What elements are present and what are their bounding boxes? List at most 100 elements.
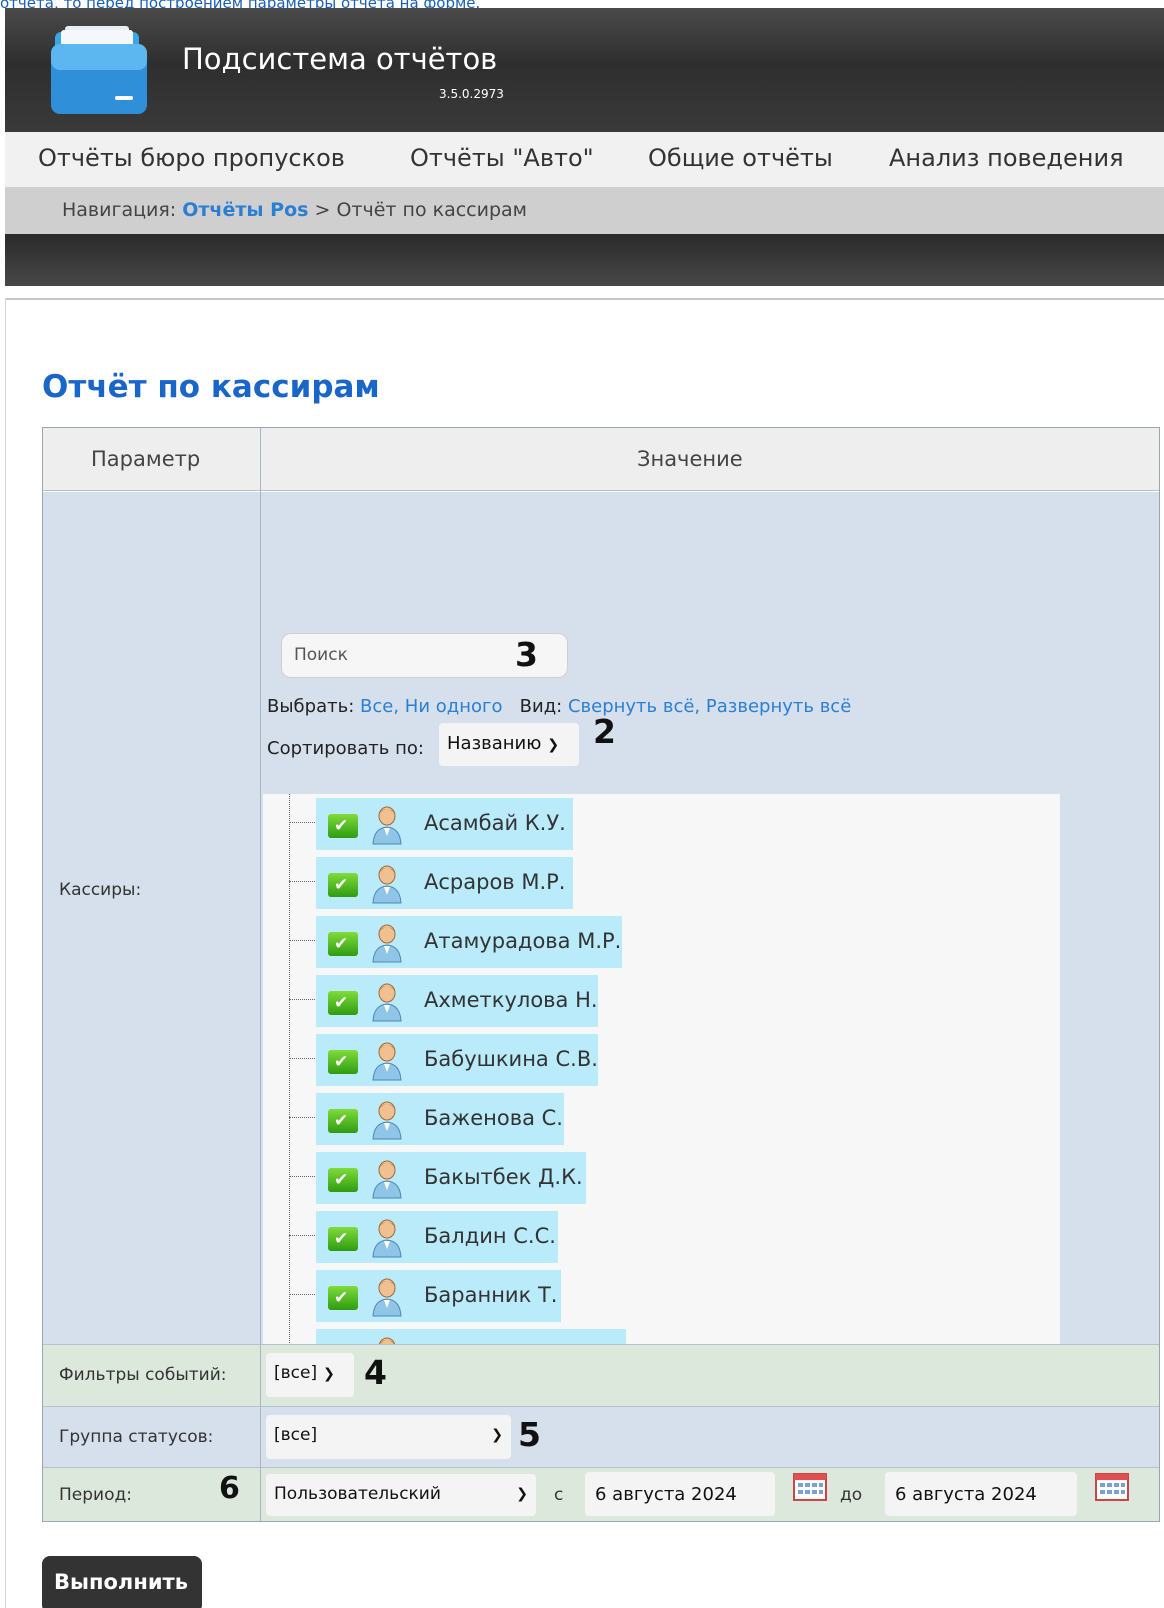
status-group-value: [все] <box>274 1425 318 1445</box>
breadcrumb: Навигация: Отчёты Pos > Отчёт по кассира… <box>5 187 1164 234</box>
collapse-all-link[interactable]: Свернуть всё, <box>568 696 700 717</box>
expand-all-link[interactable]: Развернуть всё <box>706 696 851 717</box>
callout-2: 2 <box>593 712 616 751</box>
tree-item: ✔ Асамбай К.У. <box>289 794 689 852</box>
date-from-input[interactable]: 6 августа 2024 <box>585 1472 775 1516</box>
user-icon <box>372 983 402 1022</box>
checkmark-icon: ✔ <box>334 875 349 895</box>
app-title: Подсистема отчётов <box>182 42 498 76</box>
view-label: Вид: <box>519 696 563 717</box>
checkbox-checked-icon[interactable]: ✔ <box>328 932 358 956</box>
callout-5: 5 <box>518 1415 541 1454</box>
user-icon <box>372 865 402 904</box>
period-value: Пользовательский <box>274 1484 441 1504</box>
cashier-node[interactable]: ✔ Асамбай К.У. <box>316 798 573 850</box>
cashier-node[interactable]: ✔ Атамурадова М.Р. <box>316 916 622 968</box>
tree-item: ✔ Бакытбек Д.К. <box>289 1148 689 1206</box>
checkbox-checked-icon[interactable]: ✔ <box>328 1050 358 1074</box>
checkmark-icon: ✔ <box>334 816 349 836</box>
checkbox-checked-icon[interactable]: ✔ <box>328 1168 358 1192</box>
cashier-node[interactable]: ✔ Асраров М.Р. <box>316 857 573 909</box>
select-label: Выбрать: <box>267 696 355 717</box>
tree-connector <box>289 1117 315 1118</box>
tree-connector <box>289 1235 315 1236</box>
period-label: Период: <box>59 1485 132 1505</box>
event-filters-value: [все] <box>274 1363 318 1383</box>
checkbox-checked-icon[interactable]: ✔ <box>328 1227 358 1251</box>
page-title: Отчёт по кассирам <box>42 369 380 405</box>
breadcrumb-prefix: Навигация: <box>62 199 177 221</box>
tree-item: ✔ Баженова С. <box>289 1089 689 1147</box>
user-icon <box>372 924 402 963</box>
chevron-down-icon: ❯ <box>323 1366 335 1382</box>
tree-item: ✔ Балдин С.С. <box>289 1207 689 1265</box>
menu-item-auto-reports[interactable]: Отчёты "Авто" <box>410 144 594 172</box>
callout-4: 4 <box>364 1353 387 1392</box>
tree-connector <box>289 881 315 882</box>
checkmark-icon: ✔ <box>334 1170 349 1190</box>
sort-label: Сортировать по: <box>267 738 424 759</box>
tree-connector <box>289 1058 315 1059</box>
checkmark-icon: ✔ <box>334 993 349 1013</box>
user-icon <box>372 1160 402 1199</box>
cashier-name: Бакытбек Д.К. <box>424 1165 583 1189</box>
sort-select[interactable]: Названию ❯ <box>439 723 579 766</box>
checkbox-checked-icon[interactable]: ✔ <box>328 814 358 838</box>
event-filters-label: Фильтры событий: <box>59 1365 227 1385</box>
user-icon <box>372 1278 402 1317</box>
calendar-icon[interactable] <box>793 1471 827 1501</box>
breadcrumb-link-pos-reports[interactable]: Отчёты Pos <box>182 199 308 221</box>
sort-value: Названию <box>447 733 542 754</box>
run-button[interactable]: Выполнить <box>42 1556 202 1608</box>
checkbox-checked-icon[interactable]: ✔ <box>328 1286 358 1310</box>
chevron-down-icon: ❯ <box>491 1427 503 1443</box>
event-filters-select[interactable]: [все] ❯ <box>266 1353 354 1397</box>
cashier-node[interactable]: ✔ Бабушкина С.В. <box>316 1034 598 1086</box>
toolbar-bar <box>5 234 1164 286</box>
user-icon <box>372 1219 402 1258</box>
checkmark-icon: ✔ <box>334 1052 349 1072</box>
tree-connector <box>289 1176 315 1177</box>
table-header-row: Параметр Значение <box>43 428 1159 491</box>
cashier-node[interactable]: ✔ Бакытбек Д.К. <box>316 1152 586 1204</box>
table-row-status-group: Группа статусов: [все] ❯ 5 <box>43 1406 1159 1467</box>
tree-item: ✔ Бабушкина С.В. <box>289 1030 689 1088</box>
parameters-table: Параметр Значение Кассиры: Поиск 3 Выбра… <box>42 427 1160 1522</box>
period-select[interactable]: Пользовательский ❯ <box>266 1474 536 1516</box>
cashier-node[interactable]: ✔ Баженова С. <box>316 1093 564 1145</box>
app-version: 3.5.0.2973 <box>439 87 504 101</box>
breadcrumb-current: Отчёт по кассирам <box>336 199 528 221</box>
header-value: Значение <box>637 447 743 471</box>
status-group-select[interactable]: [все] ❯ <box>266 1415 511 1459</box>
date-to-input[interactable]: 6 августа 2024 <box>885 1472 1077 1516</box>
period-from-label: с <box>554 1485 564 1505</box>
cashier-name: Асраров М.Р. <box>424 870 566 894</box>
callout-3: 3 <box>515 635 538 674</box>
tree-item: ✔ Асраров М.Р. <box>289 853 689 911</box>
checkbox-checked-icon[interactable]: ✔ <box>328 1109 358 1133</box>
select-none-link[interactable]: Ни одного <box>405 696 503 717</box>
breadcrumb-separator: > <box>314 199 331 221</box>
menu-item-pass-office-reports[interactable]: Отчёты бюро пропусков <box>38 144 345 172</box>
period-to-label: до <box>840 1485 863 1505</box>
cashier-node[interactable]: ✔ Балдин С.С. <box>316 1211 558 1263</box>
calendar-icon[interactable] <box>1095 1471 1129 1501</box>
tree-item: ✔ Ахметкулова Н. <box>289 971 689 1029</box>
cashier-name: Атамурадова М.Р. <box>424 929 622 953</box>
user-icon <box>372 806 402 845</box>
tree-connector <box>289 1294 315 1295</box>
select-all-link[interactable]: Все, <box>360 696 399 717</box>
cashier-node[interactable]: ✔ Ахметкулова Н. <box>316 975 598 1027</box>
callout-6: 6 <box>219 1471 240 1506</box>
tree-connector <box>289 999 315 1000</box>
menu-item-behavior-analysis[interactable]: Анализ поведения <box>889 144 1124 172</box>
cashier-node[interactable]: ✔ Баранник Т. <box>316 1270 561 1322</box>
checkbox-checked-icon[interactable]: ✔ <box>328 873 358 897</box>
tree-item: ✔ Баранник Т. <box>289 1266 689 1324</box>
select-view-controls: Выбрать: Все, Ни одного Вид: Свернуть вс… <box>267 696 851 717</box>
folder-icon <box>51 26 147 114</box>
cashier-name: Балдин С.С. <box>424 1224 556 1248</box>
menu-item-general-reports[interactable]: Общие отчёты <box>648 144 833 172</box>
checkbox-checked-icon[interactable]: ✔ <box>328 991 358 1015</box>
checkmark-icon: ✔ <box>334 1229 349 1249</box>
